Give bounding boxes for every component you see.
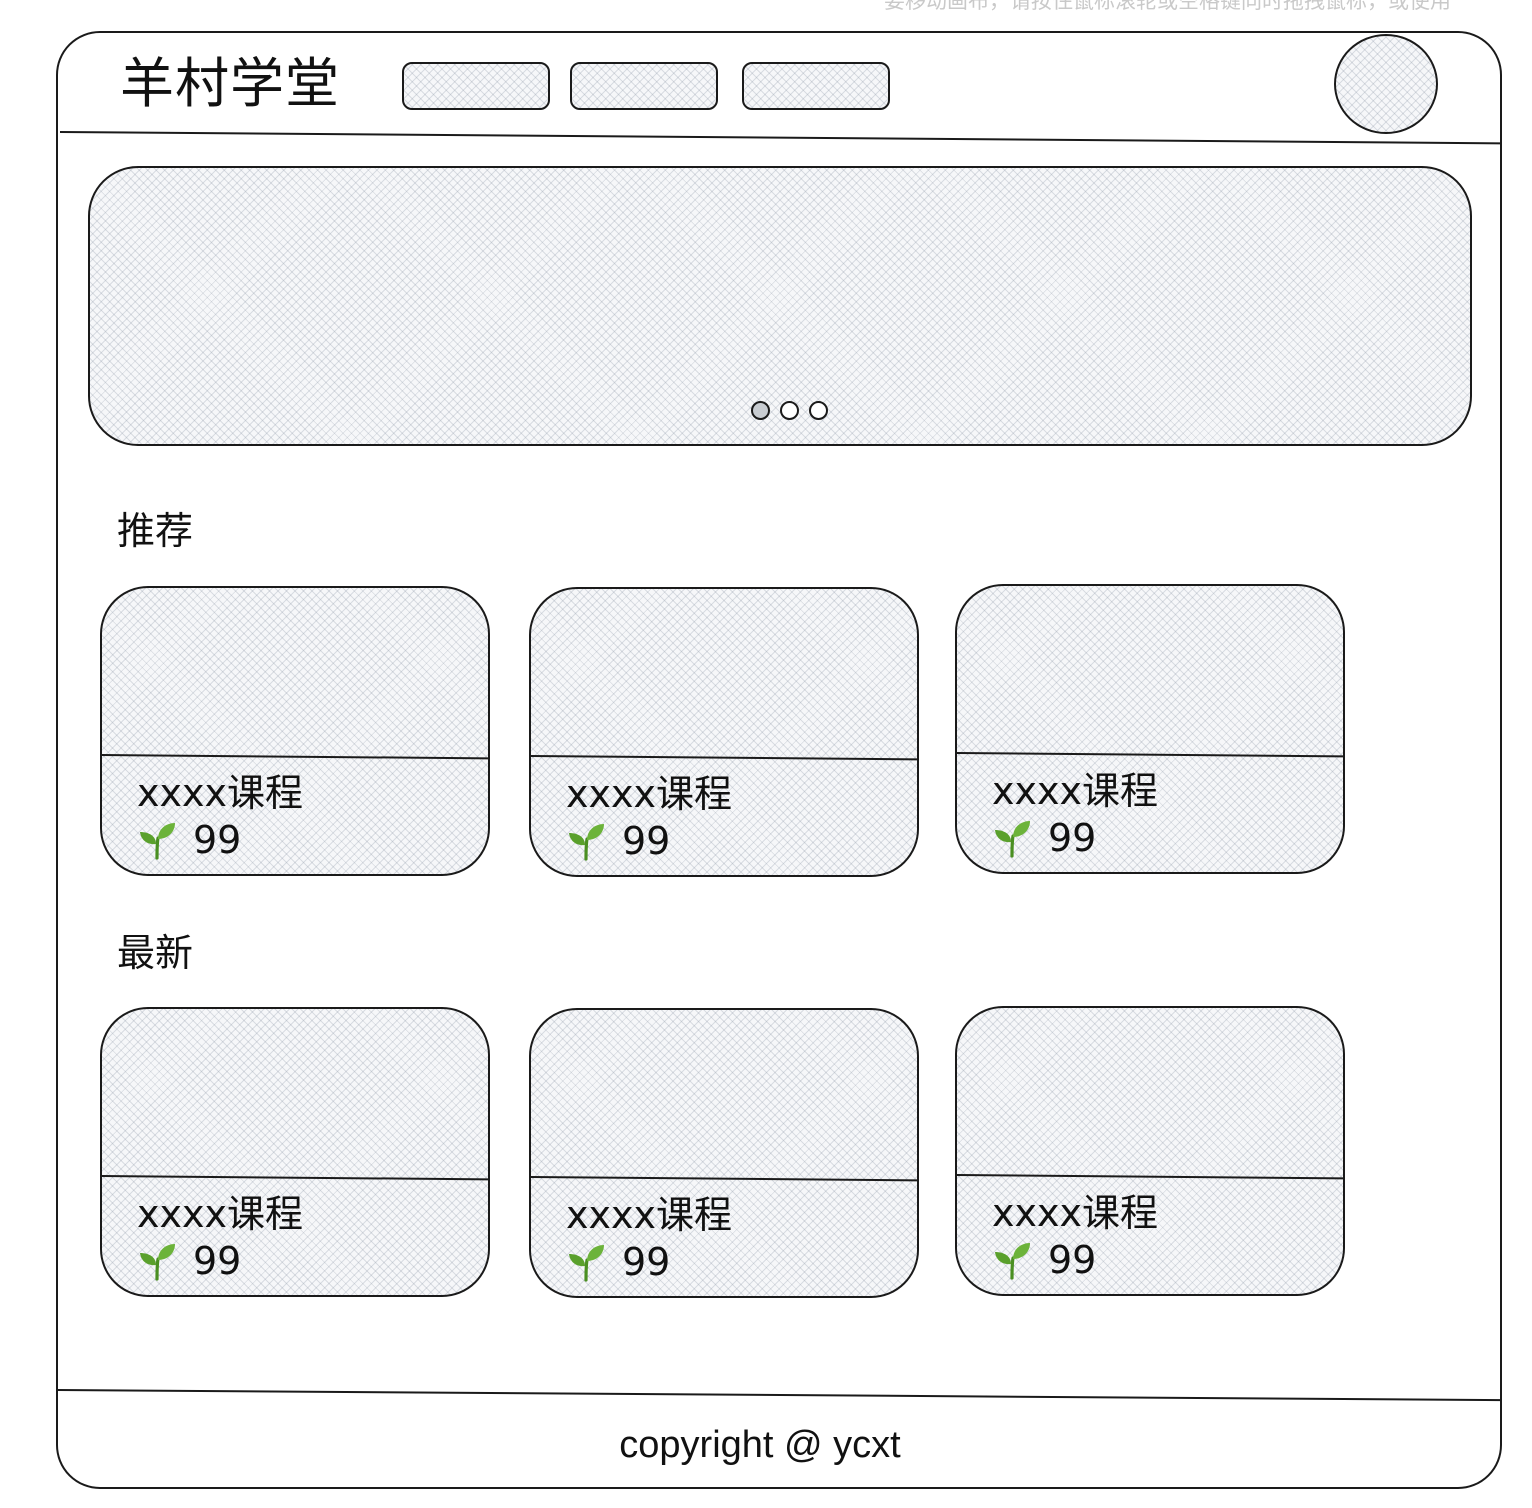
sprout-icon (569, 824, 604, 861)
site-logo[interactable]: 羊村学堂 (120, 52, 340, 116)
course-count: 99 (622, 1240, 671, 1284)
course-count: 99 (1048, 1238, 1097, 1282)
course-meta: 99 (137, 1239, 241, 1283)
course-count: 99 (193, 1239, 242, 1283)
card-divider (957, 752, 1343, 758)
canvas-hint-text: 要移动画布，请按住鼠标滚轮或空格键同时拖拽鼠标，或使用 (884, 0, 1451, 13)
course-title: xxxx课程 (566, 1193, 732, 1237)
course-meta: 99 (566, 1240, 670, 1284)
sprout-icon (140, 823, 175, 860)
course-title: xxxx课程 (566, 772, 732, 816)
avatar[interactable] (1334, 34, 1438, 134)
course-card[interactable]: xxxx课程 99 (529, 587, 919, 877)
section-title-latest: 最新 (117, 931, 194, 975)
carousel-indicators (751, 401, 828, 420)
sprout-icon (140, 1244, 175, 1281)
card-divider (957, 1174, 1343, 1180)
course-card[interactable]: xxxx课程 99 (100, 586, 490, 876)
course-count: 99 (193, 818, 242, 862)
course-meta: 99 (992, 816, 1096, 860)
sprout-icon (995, 1243, 1030, 1280)
course-title: xxxx课程 (992, 1191, 1158, 1235)
section-title-recommended: 推荐 (117, 509, 194, 553)
course-card[interactable]: xxxx课程 99 (100, 1007, 490, 1297)
sprout-icon (569, 1245, 604, 1282)
course-meta: 99 (137, 818, 241, 862)
nav-button-2[interactable] (570, 62, 718, 110)
course-title: xxxx课程 (137, 771, 303, 815)
course-count: 99 (1048, 816, 1097, 860)
course-count: 99 (622, 819, 671, 863)
sprout-icon (995, 821, 1030, 858)
card-divider (531, 755, 917, 761)
course-title: xxxx课程 (992, 769, 1158, 813)
course-meta: 99 (566, 819, 670, 863)
carousel-dot-1[interactable] (751, 401, 770, 420)
course-card[interactable]: xxxx课程 99 (529, 1008, 919, 1298)
carousel-dot-3[interactable] (809, 401, 828, 420)
card-divider (102, 1175, 488, 1181)
nav-button-1[interactable] (402, 62, 550, 110)
course-title: xxxx课程 (137, 1192, 303, 1236)
card-divider (531, 1176, 917, 1182)
carousel-dot-2[interactable] (780, 401, 799, 420)
course-card[interactable]: xxxx课程 99 (955, 584, 1345, 874)
course-meta: 99 (992, 1238, 1096, 1282)
nav-button-3[interactable] (742, 62, 890, 110)
course-card[interactable]: xxxx课程 99 (955, 1006, 1345, 1296)
footer-copyright: copyright @ ycxt (619, 1424, 901, 1466)
card-divider (102, 754, 488, 760)
